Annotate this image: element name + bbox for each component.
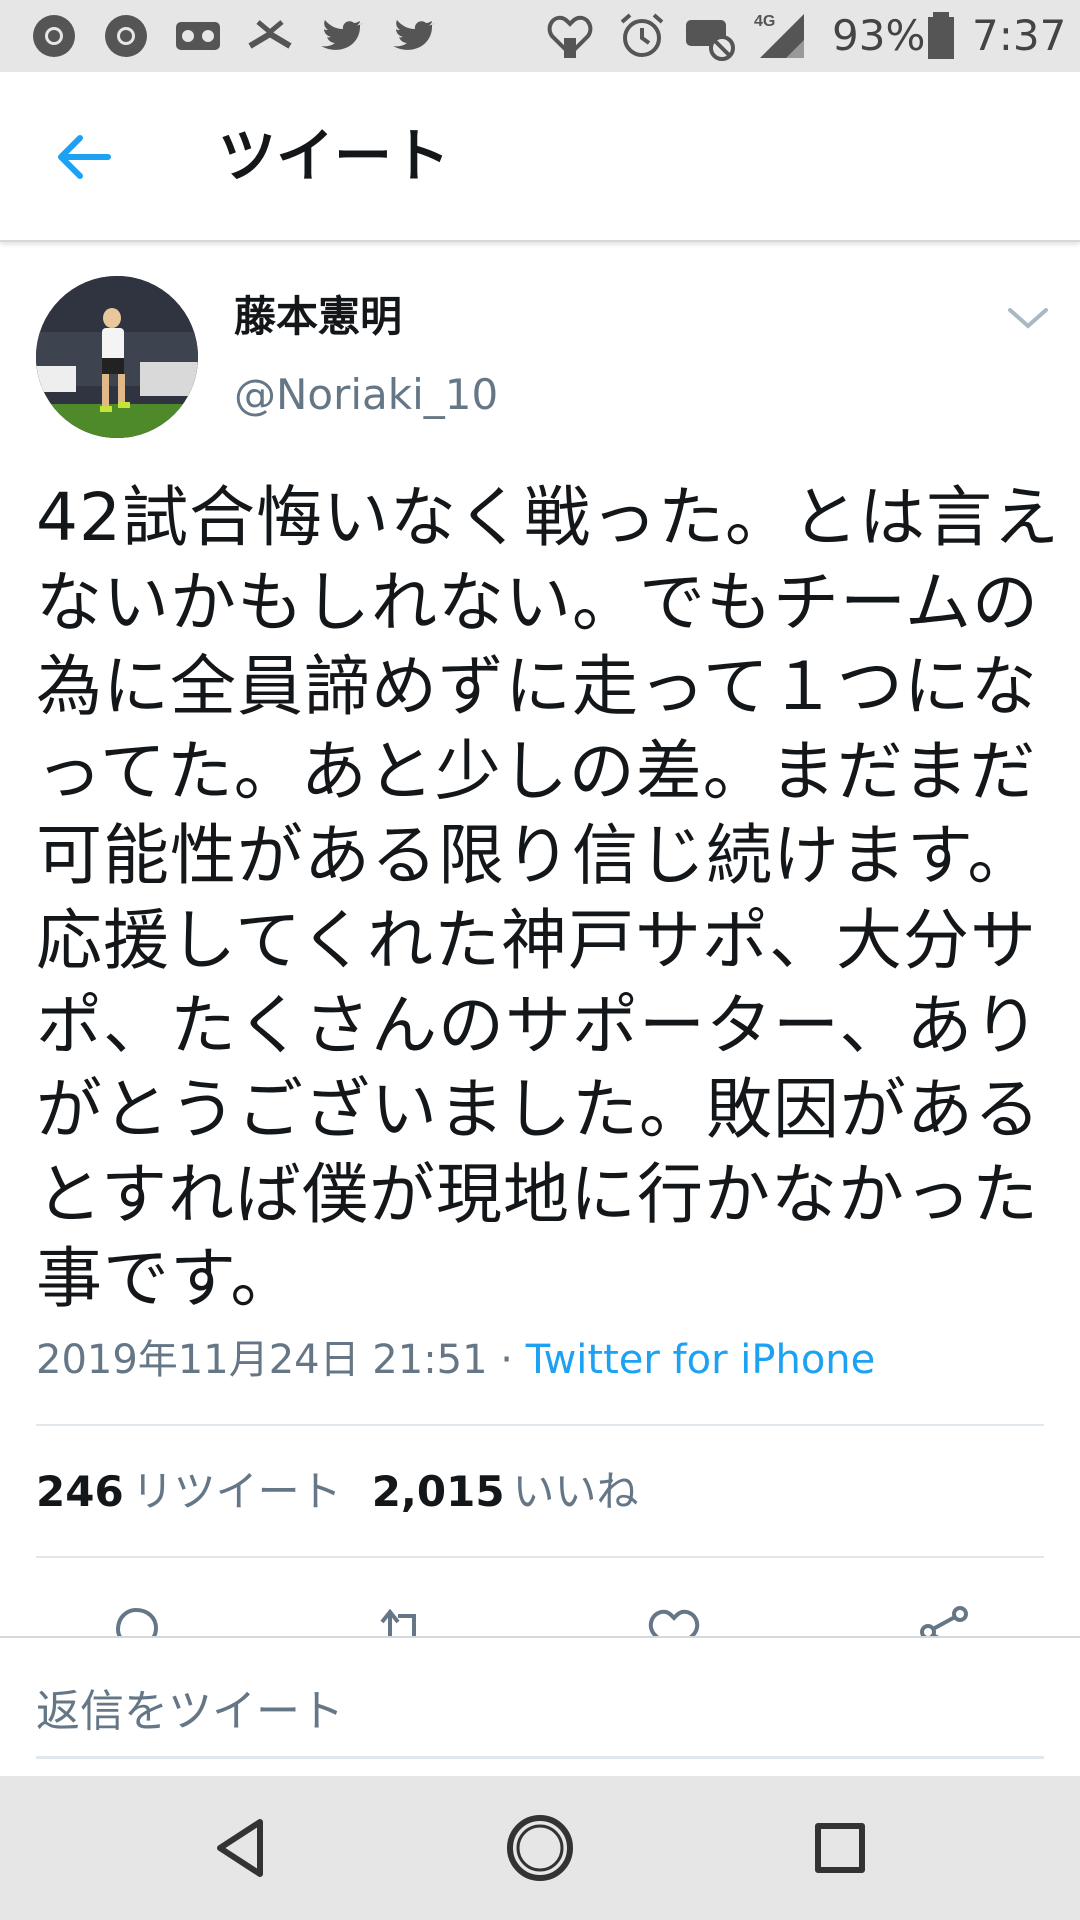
tweet-text: 42試合悔いなく戦った。とは言え ないかもしれない。でもチームの 為に全員諦めず…	[36, 476, 1060, 1322]
tweet-text-line: 事です。	[36, 1240, 298, 1318]
tweet-source-link[interactable]: Twitter for iPhone	[526, 1337, 876, 1383]
network-type-label: 4G	[754, 13, 775, 30]
voicemail-muted-icon	[686, 20, 735, 61]
retweets-stat[interactable]: 246 リツイート	[36, 1467, 342, 1516]
likes-stat[interactable]: 2,015 いいね	[372, 1467, 639, 1516]
status-time: 7:37	[972, 11, 1067, 60]
twitter-bird-icon	[393, 20, 435, 50]
tweet-timestamp[interactable]: 2019年11月24日 21:51	[36, 1337, 488, 1383]
tweet-text-line: ないかもしれない。でもチームの	[36, 563, 1040, 641]
nav-home-icon[interactable]	[504, 1812, 576, 1884]
display-name[interactable]: 藤本憲明	[234, 290, 402, 344]
avatar[interactable]	[36, 276, 198, 438]
chrome-notification-icon	[105, 15, 147, 57]
reply-bar: 返信をツイート	[0, 1636, 1080, 1778]
alarm-icon	[620, 13, 664, 57]
avatar-image	[36, 276, 198, 438]
user-handle[interactable]: @Noriaki_10	[234, 368, 498, 422]
battery-percentage: 93%	[832, 11, 926, 60]
likes-label: いいね	[512, 1467, 639, 1516]
divider	[36, 1556, 1044, 1558]
tweet-actions	[0, 1596, 1080, 1636]
tweet-text-line: がとうございました。敗因がある	[36, 1071, 1041, 1149]
tweet-text-line: 42試合悔いなく戦った。とは言え	[36, 479, 1060, 556]
chrome-notification-icon	[33, 15, 75, 57]
voicemail-icon	[176, 22, 220, 50]
tweet-text-line: 可能性がある限り信じ続けます。	[36, 817, 1035, 895]
system-nav-bar	[0, 1776, 1080, 1920]
meta-separator: ·	[487, 1337, 526, 1383]
signal-4g-icon: 4G	[754, 13, 804, 58]
retweet-icon[interactable]	[368, 1602, 428, 1636]
tweet-meta: 2019年11月24日 21:51 · Twitter for iPhone	[36, 1328, 875, 1392]
share-icon[interactable]	[914, 1602, 974, 1636]
status-bar: 4G 93% 7:37	[0, 0, 1080, 72]
missed-call-icon	[248, 20, 292, 49]
reply-icon[interactable]	[106, 1602, 166, 1636]
reply-input[interactable]: 返信をツイート	[36, 1668, 1044, 1759]
screen: 4G 93% 7:37 ツイート 藤本憲明 @Noriaki_10 42試合悔い…	[0, 0, 1080, 1920]
tweet-text-line: 応援してくれた神戸サポ、大分サ	[36, 901, 1038, 979]
back-arrow-icon[interactable]	[50, 124, 116, 190]
tweet-text-line: ポ、たくさんのサポーター、あり	[36, 986, 1041, 1064]
tweet-text-line: 為に全員諦めずに走って１つにな	[36, 648, 1038, 726]
heart-rate-icon	[547, 15, 593, 58]
divider	[36, 1424, 1044, 1426]
twitter-bird-icon	[321, 20, 363, 50]
retweets-count: 246	[36, 1467, 124, 1516]
nav-back-icon[interactable]	[206, 1812, 278, 1884]
tweet-text-line: とすれば僕が現地に行かなかった	[36, 1155, 1040, 1233]
chevron-down-icon[interactable]	[1004, 300, 1052, 336]
retweets-label: リツイート	[131, 1467, 342, 1516]
nav-recents-icon[interactable]	[804, 1812, 876, 1884]
tweet-text-line: ってた。あと少しの差。まだまだ	[36, 732, 1037, 810]
tweet-stats: 246 リツイート 2,015 いいね	[36, 1460, 639, 1524]
page-title: ツイート	[218, 122, 451, 190]
app-header: ツイート	[0, 72, 1080, 242]
likes-count: 2,015	[371, 1467, 505, 1516]
like-heart-icon[interactable]	[644, 1602, 704, 1636]
battery-icon	[928, 12, 954, 59]
